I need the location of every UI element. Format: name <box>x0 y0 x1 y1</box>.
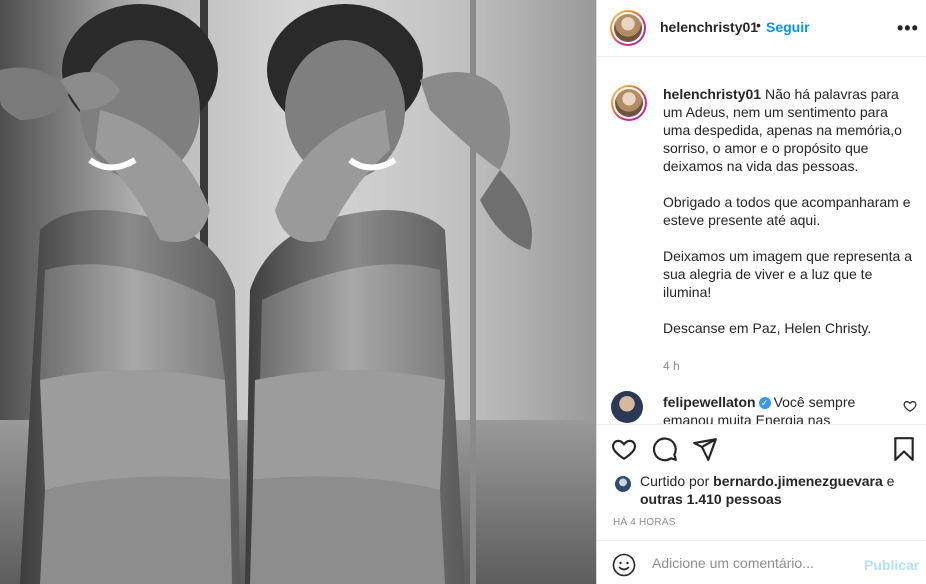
author-username[interactable]: helenchristy01 <box>660 19 758 35</box>
comments-section[interactable]: helenchristy01 Não há palavras para um A… <box>597 72 926 424</box>
caption-time[interactable]: 4 h <box>663 359 680 373</box>
emoji-icon[interactable] <box>612 553 636 577</box>
separator-dot: • <box>756 17 761 33</box>
caption-text: helenchristy01 Não há palavras para um A… <box>663 85 913 337</box>
likes-prefix: Curtido por <box>640 473 710 489</box>
caption-line-3: Deixamos um imagem que representa a sua … <box>663 248 913 300</box>
commenter-avatar[interactable] <box>611 391 643 423</box>
caption-username[interactable]: helenchristy01 <box>663 86 761 102</box>
liker-avatar[interactable] <box>613 474 633 494</box>
post-side-panel: helenchristy01 • Seguir ••• helenchristy… <box>596 0 926 584</box>
heart-icon[interactable] <box>611 436 637 462</box>
more-icon[interactable]: ••• <box>897 18 919 39</box>
action-bar: Curtido por bernardo.jimenezguevara e ou… <box>597 424 926 550</box>
verified-badge-icon: ✓ <box>758 397 771 410</box>
post-timestamp[interactable]: HÁ 4 HORAS <box>613 517 676 528</box>
publish-button[interactable]: Publicar <box>864 557 919 573</box>
post-photo[interactable] <box>0 0 596 584</box>
comment-input[interactable] <box>652 551 852 575</box>
bookmark-icon[interactable] <box>891 436 917 462</box>
author-avatar[interactable] <box>610 10 646 46</box>
caption-avatar[interactable] <box>611 85 647 121</box>
likes-and: e <box>886 473 895 489</box>
commenter-username[interactable]: felipewellaton <box>663 394 756 410</box>
liker-username[interactable]: bernardo.jimenezguevara <box>713 473 883 489</box>
caption-line-2: Obrigado a todos que acompanharam e este… <box>663 194 911 228</box>
post-image <box>0 0 596 584</box>
follow-button[interactable]: Seguir <box>766 19 810 35</box>
add-comment-bar: Publicar <box>597 540 926 584</box>
comment-text: felipewellaton ✓ Você sempre emanou muita … <box>663 393 883 424</box>
likes-others-link[interactable]: outras 1.410 pessoas <box>640 491 782 507</box>
comment-item: felipewellaton ✓ Você sempre emanou muita … <box>611 391 921 424</box>
share-icon[interactable] <box>692 436 718 462</box>
post-header: helenchristy01 • Seguir ••• <box>597 0 926 57</box>
comment-icon[interactable] <box>652 436 678 462</box>
caption-line-4: Descanse em Paz, Helen Christy. <box>663 320 872 336</box>
comment-like-icon[interactable] <box>903 399 917 413</box>
